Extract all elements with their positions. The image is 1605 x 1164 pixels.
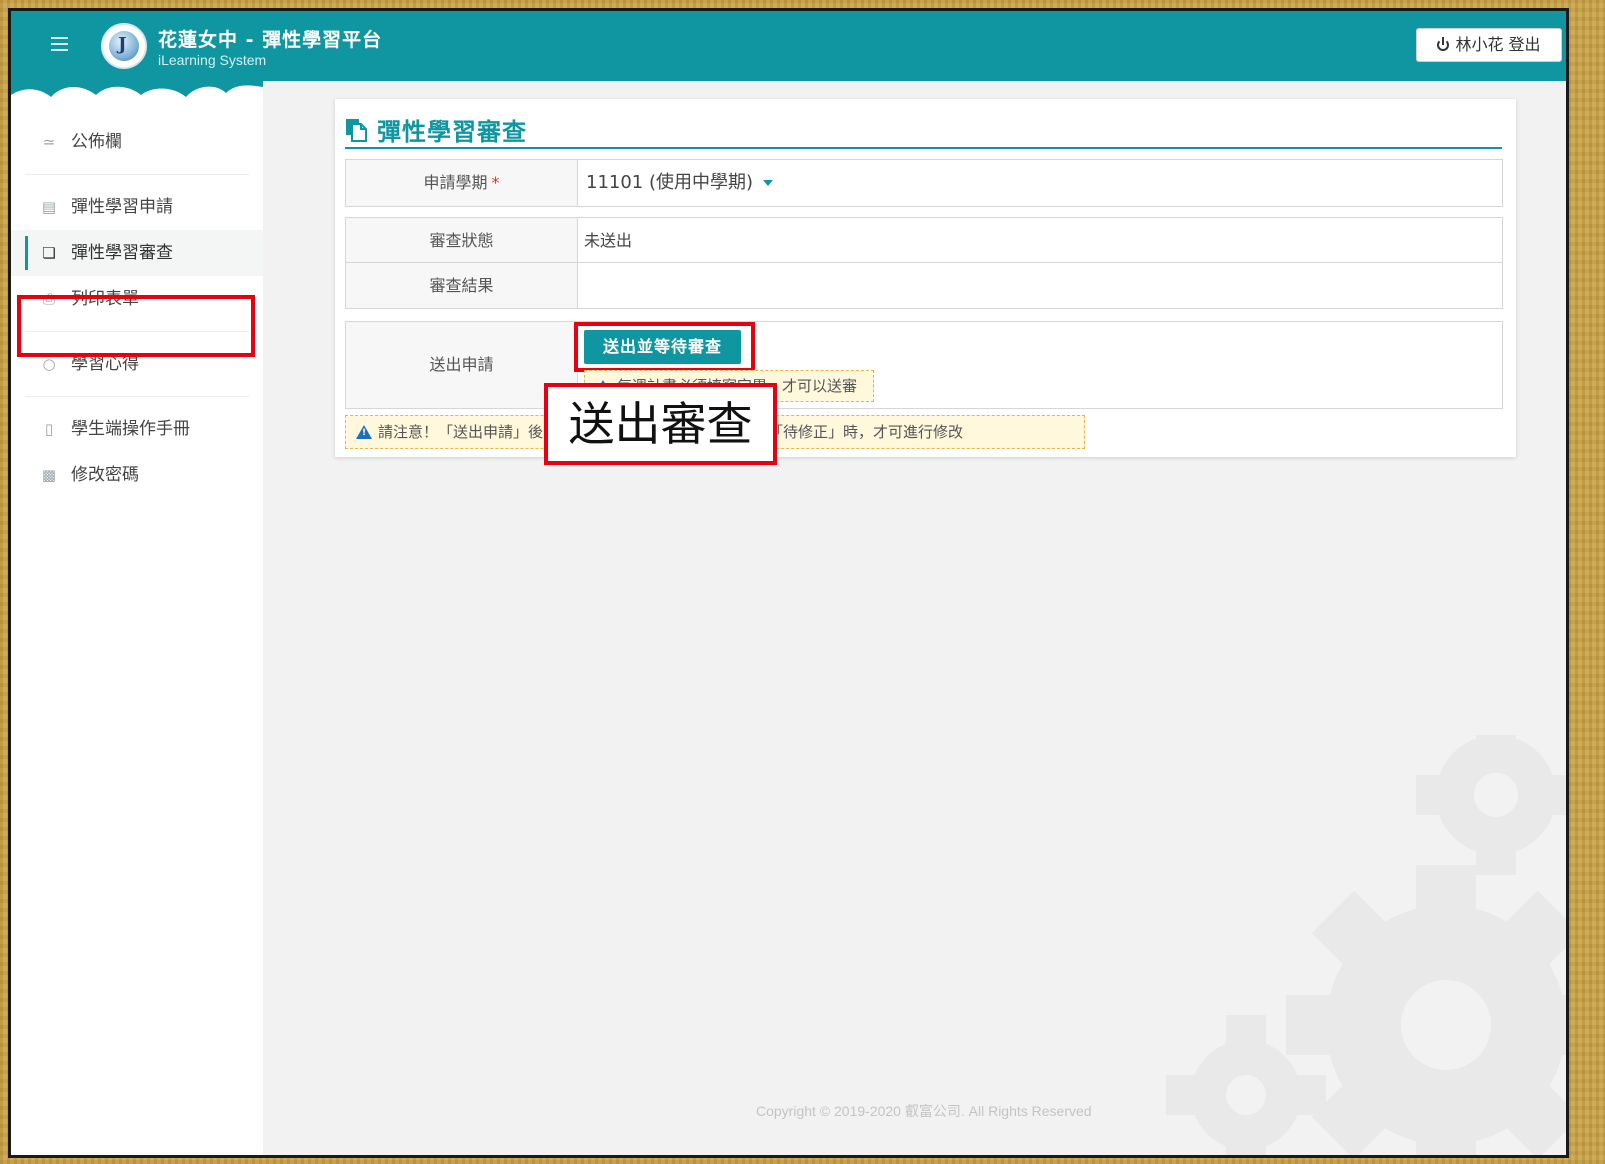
annotation-callout: 送出審查 — [544, 383, 777, 465]
chevron-down-icon — [763, 180, 774, 186]
sidebar-item-review[interactable]: ❏ 彈性學習審查 — [11, 230, 263, 276]
book-icon: ▯ — [44, 420, 54, 438]
semester-row: 申請學期 * 11101 (使用中學期) — [346, 160, 1502, 206]
page-title: 彈性學習審查 — [377, 118, 527, 146]
status-table: 審查狀態 未送出 審查結果 — [345, 217, 1503, 309]
comment-icon: ○ — [42, 355, 56, 373]
review-card: 彈性學習審查 申請學期 * 11101 (使用中學期) 審查狀態 未送出 審查結果… — [335, 99, 1516, 457]
lock-icon: ▩ — [41, 466, 57, 484]
review-result-label: 審查結果 — [346, 263, 578, 308]
rss-icon: ≃ — [42, 133, 56, 151]
sidebar-item-label: 公佈欄 — [71, 132, 122, 152]
app-subtitle: iLearning System — [158, 52, 267, 68]
warning-icon — [356, 425, 372, 439]
sidebar-item-apply[interactable]: ▤ 彈性學習申請 — [11, 184, 263, 230]
menu-divider — [25, 396, 249, 397]
highlight-box-sidebar — [17, 295, 255, 357]
app-title: 花蓮女中 - 彈性學習平台 — [158, 29, 383, 51]
logout-button[interactable]: 林小花 登出 — [1416, 28, 1562, 62]
menu-divider — [25, 174, 249, 175]
browser-frame: 花蓮女中 - 彈性學習平台 iLearning System 林小花 登出 ≃ … — [8, 8, 1569, 1158]
semester-select[interactable]: 11101 (使用中學期) — [586, 160, 774, 206]
submit-review-button[interactable]: 送出並等待審查 — [584, 330, 741, 364]
submit-table: 送出申請 送出並等待審查 每週計畫必須填寫完畢，才可以送審 — [345, 321, 1503, 409]
submit-row: 送出申請 送出並等待審查 每週計畫必須填寫完畢，才可以送審 — [346, 322, 1502, 408]
top-header: 花蓮女中 - 彈性學習平台 iLearning System 林小花 登出 — [11, 11, 1566, 81]
school-logo — [101, 23, 147, 69]
sidebar: ≃ 公佈欄 ▤ 彈性學習申請 ❏ 彈性學習審查 ⎙ 列印表單 ○ 學習心得 ▯ … — [11, 81, 263, 1155]
sidebar-item-label: 彈性學習審查 — [71, 243, 173, 263]
sidebar-item-bulletin[interactable]: ≃ 公佈欄 — [11, 119, 263, 165]
sidebar-item-label: 學習心得 — [71, 354, 139, 374]
menu-toggle-icon[interactable] — [51, 37, 68, 55]
file-icon: ▤ — [41, 198, 57, 216]
semester-table: 申請學期 * 11101 (使用中學期) — [345, 159, 1503, 207]
sidebar-item-password[interactable]: ▩ 修改密碼 — [11, 452, 263, 498]
sidebar-item-label: 彈性學習申請 — [71, 197, 173, 217]
review-status-label: 審查狀態 — [346, 218, 578, 262]
card-header: 彈性學習審查 — [345, 113, 1502, 149]
status-row: 審查狀態 未送出 — [346, 218, 1502, 263]
result-row: 審查結果 — [346, 263, 1502, 308]
copy-icon — [346, 119, 367, 142]
semester-label: 申請學期 * — [346, 160, 578, 206]
footer-copyright: Copyright © 2019-2020 叡富公司. All Rights R… — [756, 1103, 1092, 1119]
gear-watermark-icon — [1166, 735, 1566, 1155]
sidebar-item-label: 學生端操作手冊 — [71, 419, 190, 439]
sidebar-item-label: 修改密碼 — [71, 465, 139, 485]
logout-label: 林小花 登出 — [1455, 35, 1541, 54]
sidebar-item-manual[interactable]: ▯ 學生端操作手冊 — [11, 406, 263, 452]
power-icon — [1437, 37, 1450, 51]
copy-icon: ❏ — [42, 244, 56, 262]
cloud-decoration — [11, 81, 263, 113]
review-status-value: 未送出 — [584, 231, 633, 250]
